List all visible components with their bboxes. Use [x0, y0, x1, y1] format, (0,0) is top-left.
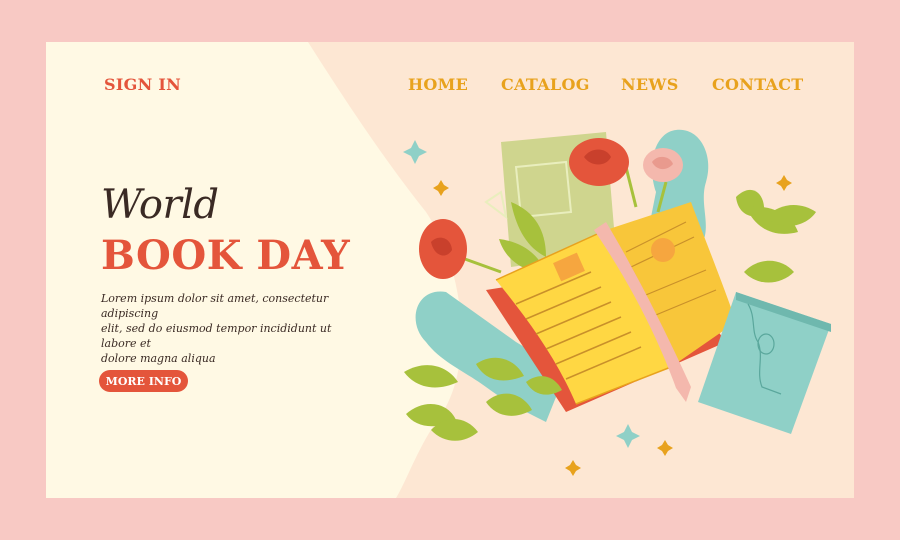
landing-card: SIGN IN HOME CATALOG NEWS CONTACT World …: [46, 42, 854, 498]
book-illustration: [403, 129, 831, 476]
rose-icon: [419, 219, 502, 279]
leaf-icon: [736, 189, 816, 283]
